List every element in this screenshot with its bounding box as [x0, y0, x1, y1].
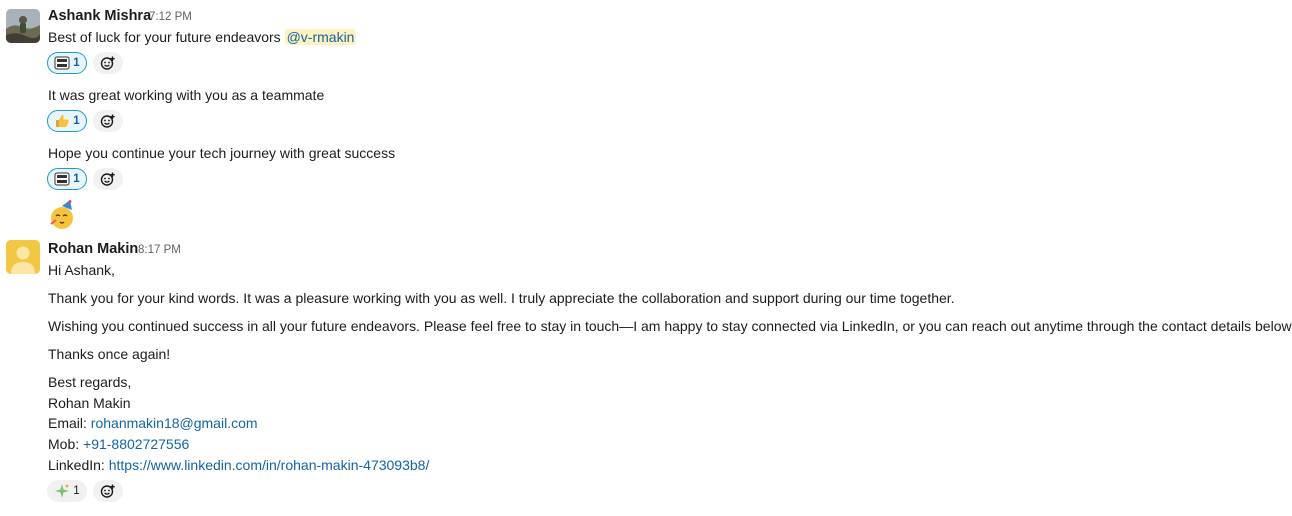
mobile-line: Mob: +91-8802727556	[48, 434, 189, 454]
email-link[interactable]: rohanmakin18@gmail.com	[91, 415, 258, 431]
message-text: Thanks once again!	[48, 346, 171, 362]
phone-link[interactable]: +91-8802727556	[83, 436, 189, 452]
message-text: Best regards,	[48, 374, 132, 390]
add-reaction-button[interactable]	[93, 168, 123, 190]
default-avatar-icon	[6, 240, 40, 274]
reaction-count: 1	[73, 57, 80, 69]
add-reaction-icon	[100, 56, 115, 70]
add-reaction-button[interactable]	[93, 480, 123, 502]
add-reaction-icon	[100, 484, 115, 498]
thumbs-up-emoji-icon	[54, 113, 70, 129]
add-reaction-icon	[100, 172, 115, 186]
reaction-pill[interactable]: 1	[47, 168, 87, 190]
linkedin-label: LinkedIn:	[48, 457, 109, 473]
add-reaction-button[interactable]	[93, 52, 123, 74]
linkedin-link[interactable]: https://www.linkedin.com/in/rohan-makin-…	[109, 457, 430, 473]
reaction-pill[interactable]: 1	[47, 52, 87, 74]
timestamp[interactable]: 8:17 PM	[138, 244, 181, 256]
message-text: Wishing you continued success in all you…	[48, 318, 1292, 334]
add-reaction-button[interactable]	[93, 110, 123, 132]
message-text: Thank you for your kind words. It was a …	[48, 290, 955, 306]
thank-you-emoji-icon	[54, 171, 70, 187]
add-reaction-icon	[100, 114, 115, 128]
partying-face-emoji-icon	[48, 200, 78, 232]
thank-you-emoji-icon	[54, 55, 70, 71]
email-line: Email: rohanmakin18@gmail.com	[48, 413, 258, 433]
message-text: Rohan Makin	[48, 395, 131, 411]
sender-name[interactable]: Rohan Makin	[48, 241, 138, 257]
message-text: It was great working with you as a teamm…	[48, 87, 325, 103]
timestamp[interactable]: 7:12 PM	[149, 11, 192, 23]
sparkle-emoji-icon	[54, 483, 70, 499]
message-text: Hi Ashank,	[48, 262, 115, 278]
email-label: Email:	[48, 415, 91, 431]
avatar-photo-icon	[6, 9, 40, 43]
reaction-count: 1	[73, 115, 80, 127]
message-text: Hope you continue your tech journey with…	[48, 145, 396, 161]
reaction-pill[interactable]: 1	[47, 110, 87, 132]
sender-name[interactable]: Ashank Mishra	[48, 8, 151, 24]
user-mention[interactable]: @v-rmakin	[284, 29, 357, 45]
reaction-count: 1	[73, 485, 80, 497]
reaction-count: 1	[73, 173, 80, 185]
linkedin-line: LinkedIn: https://www.linkedin.com/in/ro…	[48, 455, 429, 475]
avatar[interactable]	[6, 240, 40, 274]
reaction-pill[interactable]: 1	[47, 480, 87, 502]
message-text-content: Best of luck for your future endeavors	[48, 29, 285, 45]
mobile-label: Mob:	[48, 436, 84, 452]
avatar[interactable]	[6, 9, 40, 43]
message-text: Best of luck for your future endeavors @…	[48, 27, 357, 47]
